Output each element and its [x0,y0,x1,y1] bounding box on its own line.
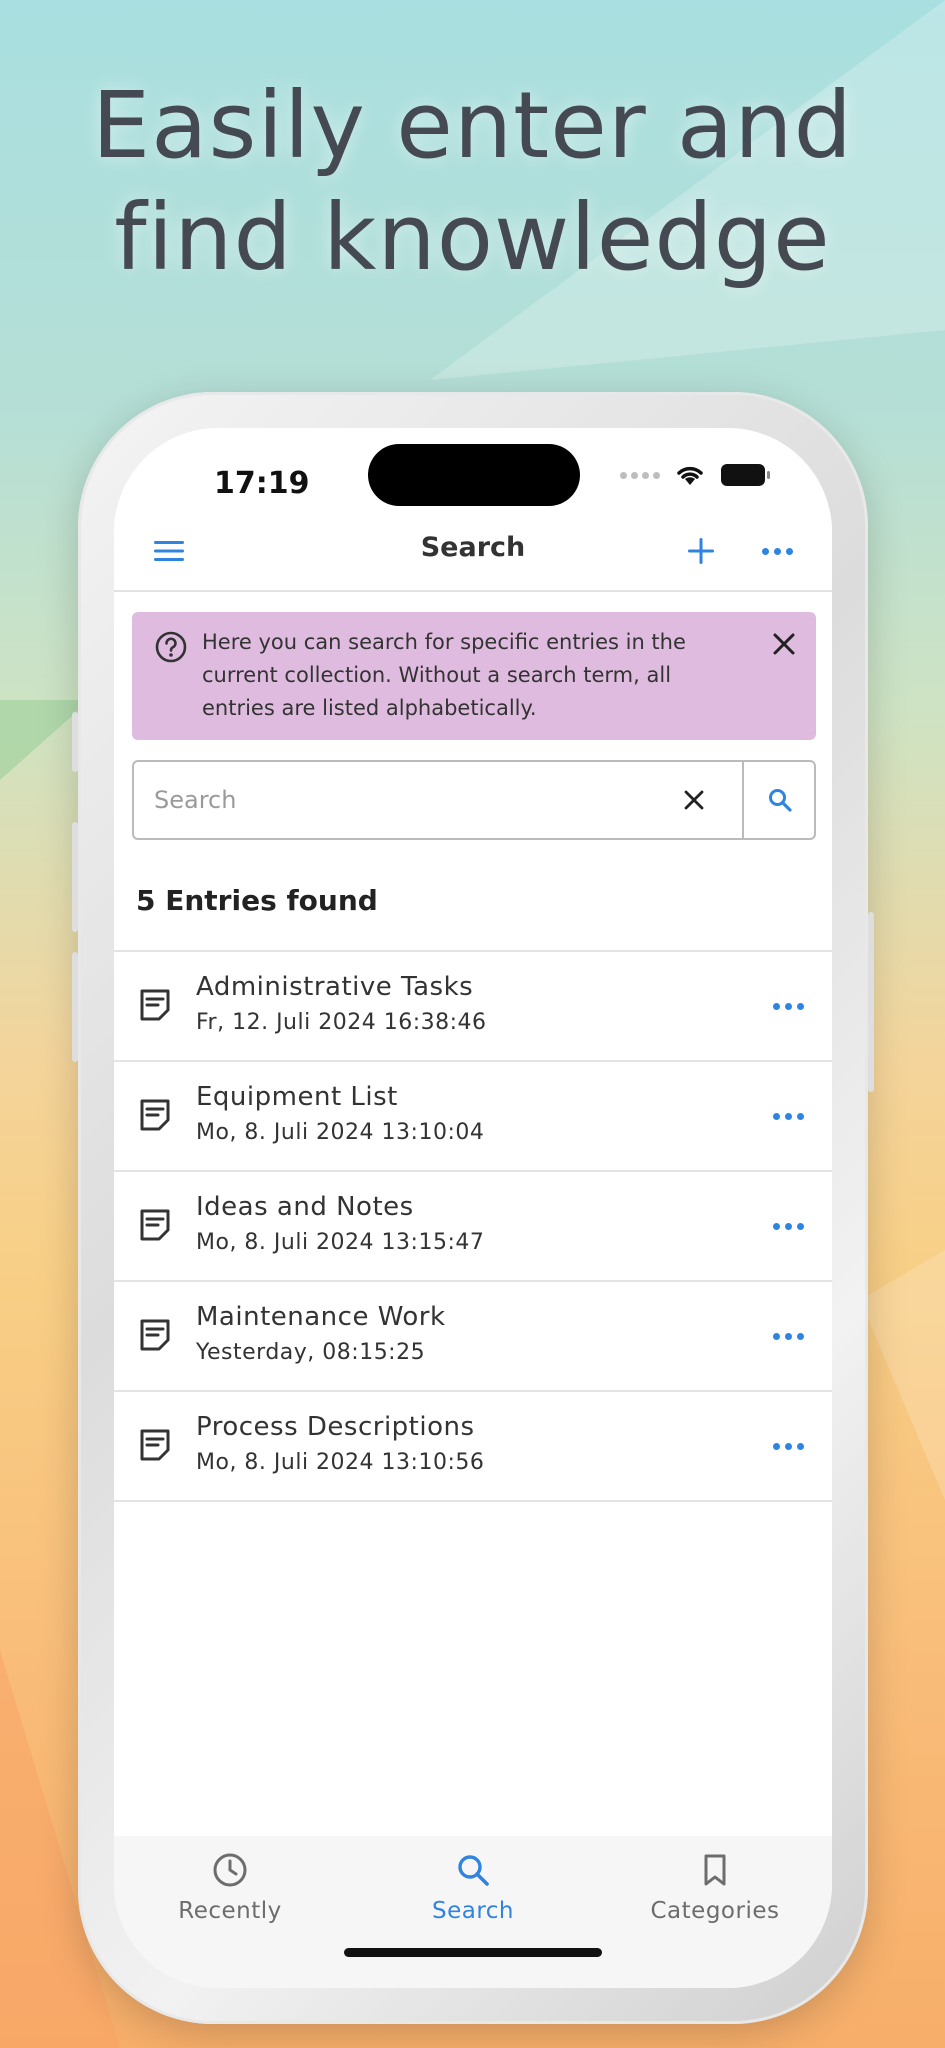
clear-icon [684,790,704,810]
signal-icon [620,471,660,479]
promo-headline: Easily enter and find knowledge [0,70,945,294]
entry-date: Mo, 8. Juli 2024 13:10:56 [196,1450,485,1475]
entry-more-button[interactable] [766,986,810,1026]
tab-categories[interactable]: Categories [615,1852,815,1924]
bottom-tab-bar: Recently Search Categories [114,1836,832,1988]
dynamic-island [368,444,580,506]
tab-recently-label: Recently [178,1898,282,1924]
entry-date: Yesterday, 08:15:25 [196,1340,426,1365]
more-dot [761,547,769,555]
list-item[interactable]: Process Descriptions Mo, 8. Juli 2024 13… [114,1392,832,1502]
search-submit-button[interactable] [744,762,816,838]
headline-line-1: Easily enter and [92,72,853,179]
entry-title: Process Descriptions [196,1412,475,1442]
more-dot [773,547,781,555]
phone-side-button [72,712,78,772]
entry-more-button[interactable] [766,1426,810,1466]
entry-date: Mo, 8. Juli 2024 13:15:47 [196,1230,485,1255]
more-dot [785,547,793,555]
close-icon [773,633,795,655]
phone-frame: 17:19 Search Here you can search for spe… [72,392,874,2024]
results-list: Administrative Tasks Fr, 12. Juli 2024 1… [114,950,832,1502]
bookmark-icon [704,1854,726,1886]
phone-volume-down [72,952,78,1062]
entry-more-button[interactable] [766,1316,810,1356]
info-banner-text: Here you can search for specific entries… [202,630,686,720]
headline-line-2: find knowledge [114,184,831,291]
list-item[interactable]: Ideas and Notes Mo, 8. Juli 2024 13:15:4… [114,1172,832,1282]
entry-more-button[interactable] [766,1096,810,1136]
phone-power-button [868,912,874,1092]
tab-categories-label: Categories [650,1898,780,1924]
status-time: 17:19 [214,466,310,501]
entry-title: Maintenance Work [196,1302,446,1332]
top-navbar: Search [114,510,832,592]
list-item[interactable]: Administrative Tasks Fr, 12. Juli 2024 1… [114,952,832,1062]
plus-icon [688,538,714,564]
phone-volume-up [72,822,78,932]
entry-title: Ideas and Notes [196,1192,414,1222]
wifi-icon [677,466,703,485]
search-icon [458,1855,489,1886]
note-icon [140,1209,170,1241]
info-banner: Here you can search for specific entries… [132,612,816,740]
list-item[interactable]: Equipment List Mo, 8. Juli 2024 13:10:04 [114,1062,832,1172]
add-entry-button[interactable] [676,526,726,576]
phone-screen: 17:19 Search Here you can search for spe… [114,428,832,1988]
entry-date: Fr, 12. Juli 2024 16:38:46 [196,1010,487,1035]
search-bar [132,760,816,840]
note-icon [140,1319,170,1351]
list-item[interactable]: Maintenance Work Yesterday, 08:15:25 [114,1282,832,1392]
results-count: 5 Entries found [136,884,378,917]
note-icon [140,989,170,1021]
tab-recently[interactable]: Recently [130,1852,330,1924]
entry-date: Mo, 8. Juli 2024 13:10:04 [196,1120,485,1145]
clock-icon [213,1853,247,1887]
search-icon [769,789,792,812]
clear-search-button[interactable] [674,780,714,820]
status-icons [620,462,772,488]
entry-more-button[interactable] [766,1206,810,1246]
entry-title: Equipment List [196,1082,398,1112]
tab-search[interactable]: Search [373,1852,573,1924]
note-icon [140,1429,170,1461]
battery-icon [721,464,770,486]
search-input[interactable] [154,780,674,820]
note-icon [140,1099,170,1131]
tab-search-label: Search [431,1898,515,1924]
close-banner-button[interactable] [766,626,802,662]
more-options-button[interactable] [752,526,802,576]
help-circle-icon [155,631,187,663]
home-indicator [344,1948,602,1957]
entry-title: Administrative Tasks [196,972,474,1002]
